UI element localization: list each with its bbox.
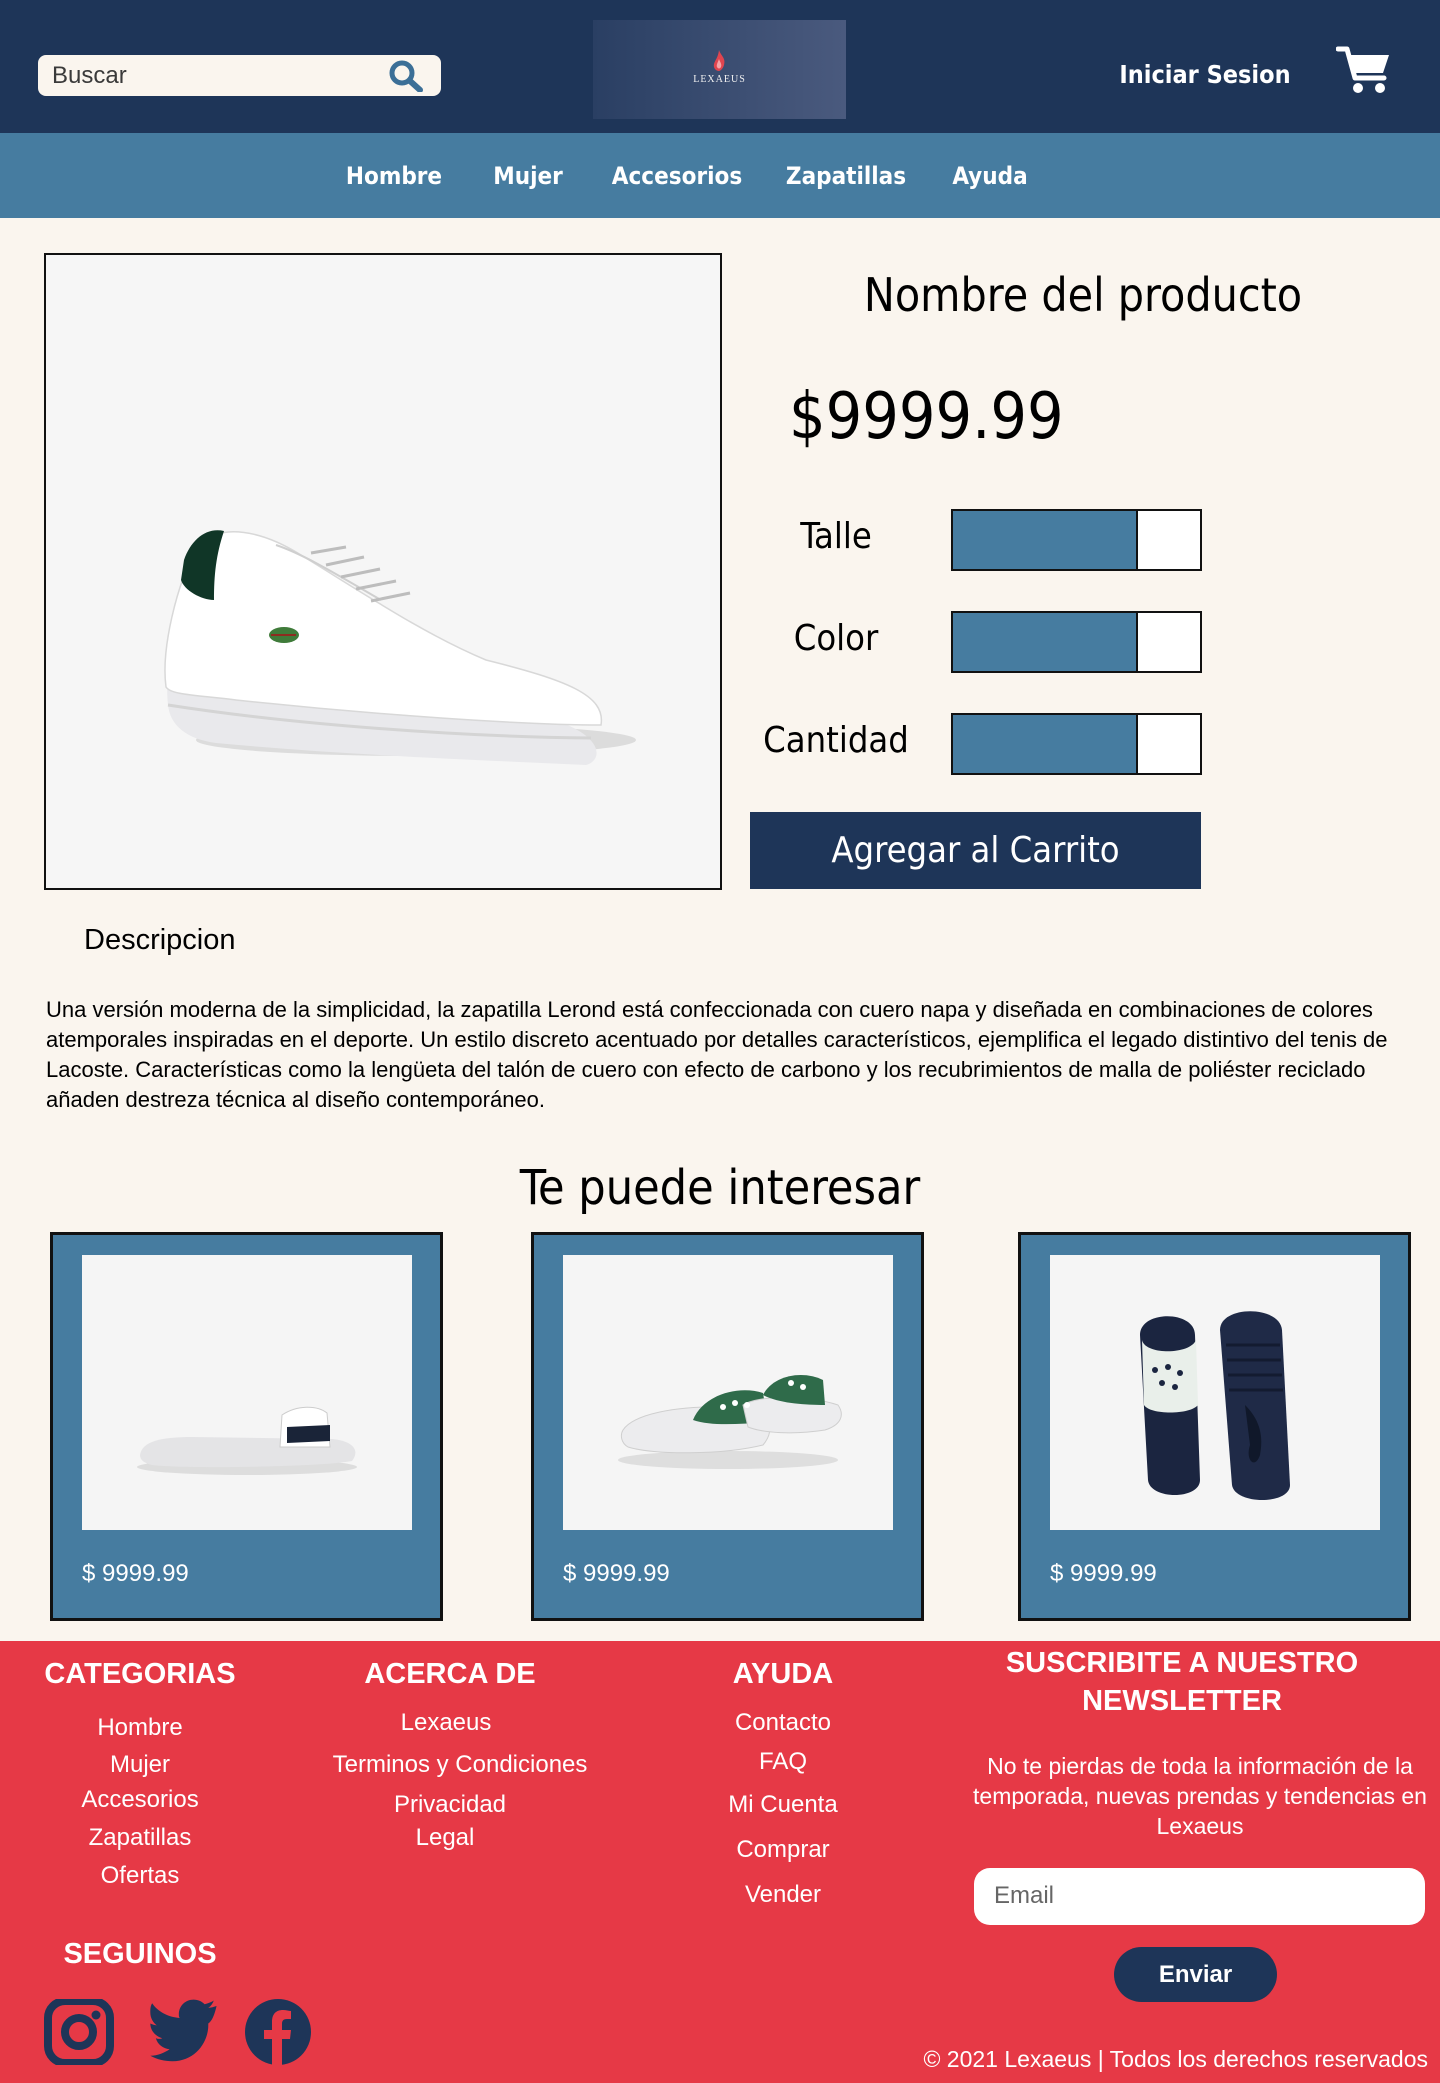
footer-link-accesorios[interactable]: Accesorios xyxy=(40,1786,240,1814)
description-title: Descripcion xyxy=(84,924,236,956)
main-nav: Hombre Mujer Accesorios Zapatillas Ayuda xyxy=(0,133,1440,218)
nav-item-accesorios[interactable]: Accesorios xyxy=(610,157,744,195)
search-box[interactable] xyxy=(38,55,441,96)
site-footer: CATEGORIAS Hombre Mujer Accesorios Zapat… xyxy=(0,1641,1440,2083)
newsletter-heading-line1: SUSCRIBITE A NUESTRO xyxy=(1005,1647,1359,1679)
sneaker-image xyxy=(164,530,636,765)
nav-item-mujer[interactable]: Mujer xyxy=(487,157,569,195)
footer-link-vender[interactable]: Vender xyxy=(680,1881,886,1909)
login-link[interactable]: Iniciar Sesion xyxy=(1110,55,1300,95)
color-select-arrow-box[interactable] xyxy=(1136,613,1200,671)
footer-link-contacto[interactable]: Contacto xyxy=(680,1709,886,1737)
nav-item-hombre[interactable]: Hombre xyxy=(344,157,444,195)
search-input[interactable] xyxy=(52,59,382,92)
nav-item-ayuda[interactable]: Ayuda xyxy=(950,157,1030,195)
product-name: Nombre del producto xyxy=(863,268,1303,322)
about-heading: ACERCA DE xyxy=(364,1658,536,1690)
slide-sandal-image xyxy=(137,1406,357,1475)
follow-heading: SEGUINOS xyxy=(63,1938,217,1970)
product-price: $9999.99 xyxy=(789,380,1064,454)
footer-link-mujer[interactable]: Mujer xyxy=(40,1751,240,1779)
nav-item-zapatillas[interactable]: Zapatillas xyxy=(784,157,908,195)
newsletter-text: No te pierdas de toda la información de … xyxy=(973,1753,1427,1839)
related-product-image xyxy=(563,1255,893,1530)
categories-heading: CATEGORIAS xyxy=(44,1658,236,1690)
shopping-cart-icon[interactable] xyxy=(1336,45,1392,95)
quantity-select[interactable] xyxy=(951,713,1202,775)
footer-link-lexaeus[interactable]: Lexaeus xyxy=(330,1709,562,1737)
product-image xyxy=(44,253,722,890)
quantity-select-arrow-box[interactable] xyxy=(1136,715,1200,773)
copyright-text: © 2021 Lexaeus | Todos los derechos rese… xyxy=(923,2046,1428,2072)
footer-link-hombre[interactable]: Hombre xyxy=(40,1714,240,1742)
related-title: Te puede interesar xyxy=(519,1160,921,1216)
search-icon[interactable] xyxy=(389,60,423,92)
related-card[interactable]: $ 9999.99 xyxy=(531,1232,924,1621)
footer-link-ofertas[interactable]: Ofertas xyxy=(40,1862,240,1890)
related-price: $ 9999.99 xyxy=(563,1560,670,1587)
brand-logo[interactable]: LEXAEUS xyxy=(593,20,846,119)
help-heading: AYUDA xyxy=(732,1658,834,1690)
related-card[interactable]: $ 9999.99 xyxy=(1018,1232,1411,1621)
size-label: Talle xyxy=(800,516,872,557)
top-header: LEXAEUS Iniciar Sesion xyxy=(0,0,1440,133)
logo-text: LEXAEUS xyxy=(693,74,746,85)
related-card[interactable]: $ 9999.99 xyxy=(50,1232,443,1621)
related-price: $ 9999.99 xyxy=(1050,1560,1157,1587)
instagram-icon[interactable] xyxy=(44,1999,114,2065)
footer-link-comprar[interactable]: Comprar xyxy=(680,1836,886,1864)
related-price: $ 9999.99 xyxy=(82,1560,189,1587)
slide-pair-image xyxy=(618,1375,842,1469)
size-select-arrow-box[interactable] xyxy=(1136,511,1200,569)
color-label: Color xyxy=(793,618,879,659)
flame-icon xyxy=(713,50,725,71)
color-select[interactable] xyxy=(951,611,1202,673)
footer-link-legal[interactable]: Legal xyxy=(340,1824,550,1852)
newsletter-email-box[interactable] xyxy=(974,1868,1425,1925)
footer-link-mi-cuenta[interactable]: Mi Cuenta xyxy=(680,1791,886,1819)
footer-link-privacidad[interactable]: Privacidad xyxy=(340,1791,560,1819)
footer-link-zapatillas[interactable]: Zapatillas xyxy=(40,1824,240,1852)
navy-slides-image xyxy=(1140,1311,1290,1500)
newsletter-heading-line2: NEWSLETTER xyxy=(1082,1685,1282,1717)
newsletter-send-button[interactable]: Enviar xyxy=(1114,1947,1277,2002)
footer-link-faq[interactable]: FAQ xyxy=(680,1748,886,1776)
size-select[interactable] xyxy=(951,509,1202,571)
related-product-image xyxy=(82,1255,412,1530)
related-product-image xyxy=(1050,1255,1380,1530)
description-text: Una versión moderna de la simplicidad, l… xyxy=(46,997,1388,1112)
twitter-icon[interactable] xyxy=(148,1999,218,2065)
newsletter-email-input[interactable] xyxy=(994,1880,1404,1912)
add-to-cart-button[interactable]: Agregar al Carrito xyxy=(750,812,1201,889)
footer-link-terminos[interactable]: Terminos y Condiciones xyxy=(320,1751,600,1779)
quantity-label: Cantidad xyxy=(763,720,909,761)
facebook-icon[interactable] xyxy=(243,1999,313,2065)
